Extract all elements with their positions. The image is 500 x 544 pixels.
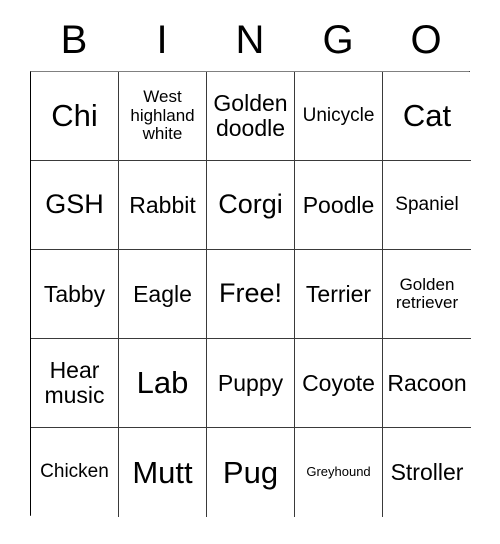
bingo-cell-label: Coyote	[302, 369, 375, 396]
bingo-cell-label: Lab	[136, 365, 189, 401]
bingo-cell-label: West highland white	[130, 87, 195, 144]
bingo-cell-free[interactable]: Free!	[207, 250, 295, 339]
bingo-cell-label: Cat	[402, 98, 452, 134]
bingo-cell[interactable]: Poodle	[295, 161, 383, 250]
bingo-cell-label: Mutt	[132, 454, 193, 490]
bingo-cell[interactable]: Lab	[119, 339, 207, 428]
bingo-card: B I N G O Chi West highland white Golden…	[0, 0, 500, 544]
bingo-cell[interactable]: Hear music	[31, 339, 119, 428]
bingo-cell-label: Unicycle	[302, 104, 375, 126]
bingo-cell[interactable]: Unicycle	[295, 72, 383, 161]
bingo-cell[interactable]: Eagle	[119, 250, 207, 339]
bingo-cell-label: Greyhound	[306, 464, 371, 480]
bingo-cell[interactable]: GSH	[31, 161, 119, 250]
bingo-cell-label: Puppy	[217, 369, 284, 396]
bingo-cell-label: Golden doodle	[213, 90, 288, 141]
bingo-cell[interactable]: Coyote	[295, 339, 383, 428]
bingo-cell-label: Rabbit	[129, 191, 196, 218]
bingo-cell[interactable]: Golden doodle	[207, 72, 295, 161]
bingo-cell-label: Poodle	[302, 191, 375, 218]
bingo-cell[interactable]: Stroller	[383, 428, 471, 517]
bingo-cell-label: Chicken	[40, 461, 109, 483]
bingo-header-letter-i: I	[156, 18, 168, 62]
bingo-cell-label: GSH	[45, 189, 104, 220]
bingo-cell[interactable]: Cat	[383, 72, 471, 161]
bingo-grid: Chi West highland white Golden doodle Un…	[30, 71, 471, 517]
bingo-cell[interactable]: Corgi	[207, 161, 295, 250]
bingo-cell[interactable]: Spaniel	[383, 161, 471, 250]
bingo-cell[interactable]: Chi	[31, 72, 119, 161]
bingo-header-letter-n: N	[235, 18, 265, 62]
bingo-header-letter-o: O	[410, 18, 442, 62]
bingo-cell[interactable]: Racoon	[383, 339, 471, 428]
bingo-cell-label: Tabby	[43, 280, 106, 307]
bingo-cell-label: Racoon	[387, 369, 467, 396]
bingo-cell[interactable]: Terrier	[295, 250, 383, 339]
bingo-cell[interactable]: Puppy	[207, 339, 295, 428]
bingo-cell-label: Pug	[222, 454, 279, 490]
bingo-cell-label: Chi	[51, 98, 98, 134]
bingo-cell-label: Corgi	[218, 189, 283, 220]
bingo-cell-label: Eagle	[133, 280, 192, 307]
bingo-cell[interactable]: Greyhound	[295, 428, 383, 517]
bingo-cell-label: Terrier	[305, 280, 372, 307]
bingo-cell-label: Spaniel	[395, 193, 459, 215]
bingo-cell-label: Free!	[218, 278, 283, 309]
bingo-cell-label: Golden retriever	[395, 274, 459, 312]
bingo-header-letter-b: B	[60, 18, 88, 62]
bingo-header-letter-g: G	[322, 18, 354, 62]
bingo-cell[interactable]: Tabby	[31, 250, 119, 339]
bingo-cell[interactable]: Mutt	[119, 428, 207, 517]
bingo-cell[interactable]: Chicken	[31, 428, 119, 517]
bingo-cell-label: Hear music	[44, 357, 105, 408]
bingo-cell[interactable]: Golden retriever	[383, 250, 471, 339]
bingo-cell[interactable]: Pug	[207, 428, 295, 517]
bingo-cell-label: Stroller	[390, 459, 464, 486]
bingo-header-row: B I N G O	[30, 14, 470, 66]
bingo-cell[interactable]: West highland white	[119, 72, 207, 161]
bingo-cell[interactable]: Rabbit	[119, 161, 207, 250]
